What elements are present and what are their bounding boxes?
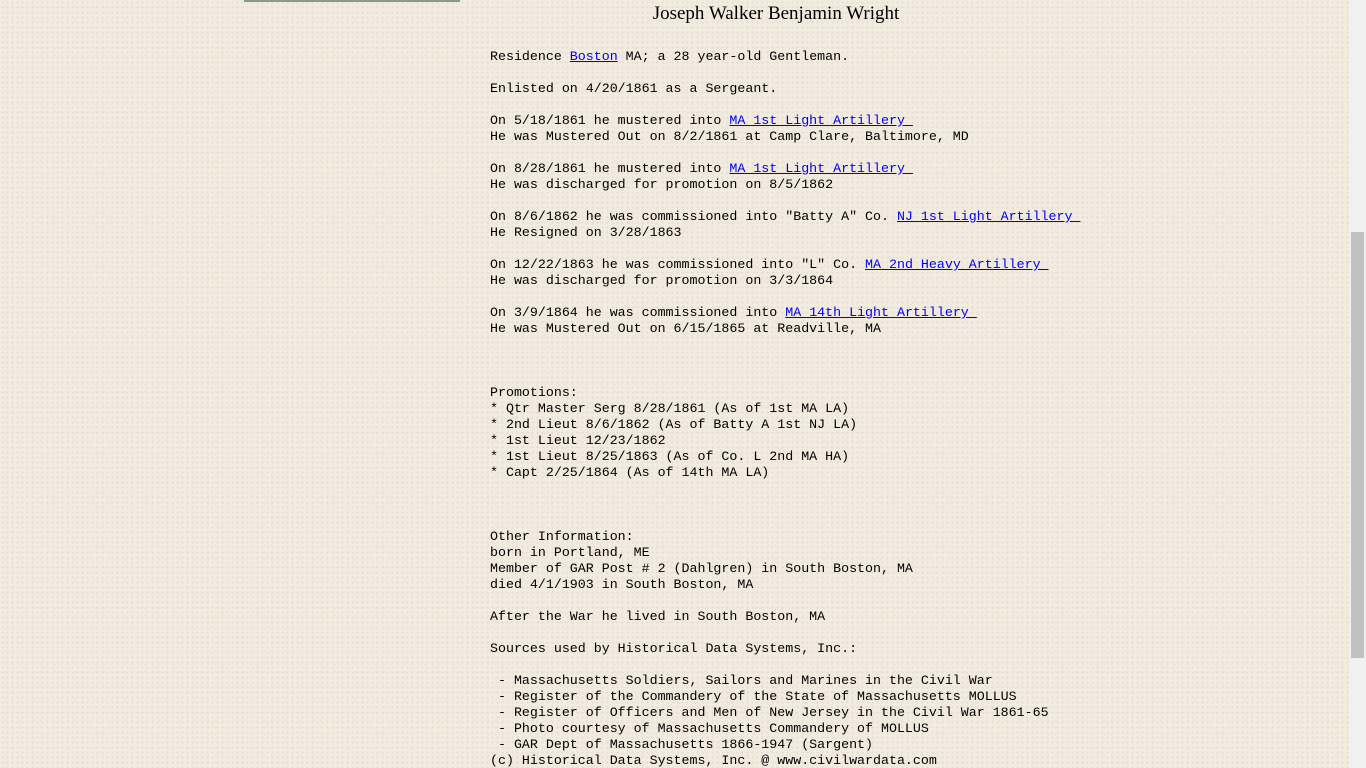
service-entry: On 5/18/1861 he mustered into MA 1st Lig…: [490, 113, 913, 128]
unit-link-ma-1st-light-artillery[interactable]: MA 1st Light Artillery: [729, 161, 913, 176]
promotion-item: * 2nd Lieut 8/6/1862 (As of Batty A 1st …: [490, 417, 858, 432]
promotions-heading: Promotions:: [490, 385, 578, 400]
unit-link-ma-2nd-heavy-artillery[interactable]: MA 2nd Heavy Artillery: [865, 257, 1049, 272]
soldier-record: Residence Boston MA; a 28 year-old Gentl…: [490, 49, 1080, 768]
service-entry: On 8/6/1862 he was commissioned into "Ba…: [490, 209, 1081, 224]
service-outcome: He was discharged for promotion on 8/5/1…: [490, 177, 834, 192]
copyright-line: (c) Historical Data Systems, Inc. @ www.…: [490, 753, 937, 768]
sources-heading: Sources used by Historical Data Systems,…: [490, 641, 858, 656]
enlisted-line: Enlisted on 4/20/1861 as a Sergeant.: [490, 81, 778, 96]
other-info-item: died 4/1/1903 in South Boston, MA: [490, 577, 754, 592]
photo-frame-edge: [244, 0, 460, 2]
source-item: - Register of the Commandery of the Stat…: [490, 689, 1017, 704]
unit-link-ma-14th-light-artillery[interactable]: MA 14th Light Artillery: [785, 305, 977, 320]
after-war-line: After the War he lived in South Boston, …: [490, 609, 826, 624]
promotion-item: * Qtr Master Serg 8/28/1861 (As of 1st M…: [490, 401, 850, 416]
soldier-name-title: Joseph Walker Benjamin Wright: [652, 3, 900, 24]
scrollbar-thumb[interactable]: [1351, 232, 1364, 658]
service-outcome: He was Mustered Out on 6/15/1865 at Read…: [490, 321, 881, 336]
source-item: - Photo courtesy of Massachusetts Comman…: [490, 721, 929, 736]
other-info-item: born in Portland, ME: [490, 545, 650, 560]
service-entry: On 8/28/1861 he mustered into MA 1st Lig…: [490, 161, 913, 176]
residence-line: Residence Boston MA; a 28 year-old Gentl…: [490, 49, 850, 64]
service-outcome: He was Mustered Out on 8/2/1861 at Camp …: [490, 129, 969, 144]
source-item: - Register of Officers and Men of New Je…: [490, 705, 1049, 720]
residence-city-link[interactable]: Boston: [570, 49, 618, 64]
promotion-item: * 1st Lieut 8/25/1863 (As of Co. L 2nd M…: [490, 449, 850, 464]
unit-link-nj-1st-light-artillery[interactable]: NJ 1st Light Artillery: [897, 209, 1081, 224]
unit-link-ma-1st-light-artillery[interactable]: MA 1st Light Artillery: [729, 113, 913, 128]
other-info-heading: Other Information:: [490, 529, 634, 544]
vertical-scrollbar[interactable]: [1349, 0, 1366, 768]
other-info-item: Member of GAR Post # 2 (Dahlgren) in Sou…: [490, 561, 913, 576]
promotion-item: * 1st Lieut 12/23/1862: [490, 433, 666, 448]
service-outcome: He was discharged for promotion on 3/3/1…: [490, 273, 834, 288]
service-outcome: He Resigned on 3/28/1863: [490, 225, 682, 240]
service-entry: On 3/9/1864 he was commissioned into MA …: [490, 305, 977, 320]
promotion-item: * Capt 2/25/1864 (As of 14th MA LA): [490, 465, 770, 480]
source-item: - Massachusetts Soldiers, Sailors and Ma…: [490, 673, 993, 688]
source-item: - GAR Dept of Massachusetts 1866-1947 (S…: [490, 737, 874, 752]
service-entry: On 12/22/1863 he was commissioned into "…: [490, 257, 1049, 272]
